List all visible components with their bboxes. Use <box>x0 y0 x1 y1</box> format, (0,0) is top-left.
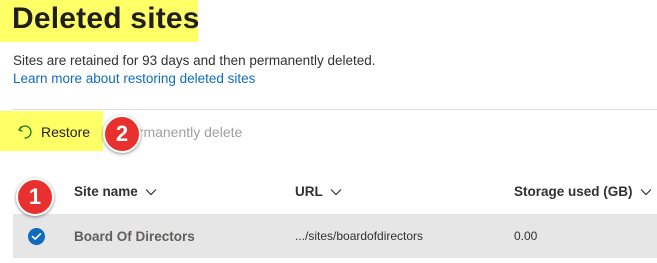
restore-label: Restore <box>41 124 91 140</box>
divider <box>13 109 657 110</box>
chevron-down-icon <box>330 188 342 196</box>
chevron-down-icon <box>145 188 157 196</box>
learn-more-link[interactable]: Learn more about restoring deleted sites <box>13 71 255 86</box>
step-badge-2: 2 <box>103 115 141 153</box>
url-cell: .../sites/boardofdirectors <box>295 229 424 243</box>
column-header-url[interactable]: URL <box>295 184 342 199</box>
column-header-storage[interactable]: Storage used (GB) <box>514 184 652 199</box>
page-description: Sites are retained for 93 days and then … <box>13 53 376 68</box>
page-title: Deleted sites <box>12 2 200 35</box>
column-header-label: URL <box>295 184 323 199</box>
step-badge-1: 1 <box>16 178 54 216</box>
column-header-site-name[interactable]: Site name <box>74 184 157 199</box>
site-name-cell[interactable]: Board Of Directors <box>74 229 195 244</box>
row-checkbox-checked-icon[interactable] <box>28 228 45 245</box>
restore-button[interactable]: Restore <box>16 121 90 143</box>
restore-icon <box>16 123 34 141</box>
permanently-delete-button[interactable]: ermanently delete <box>131 124 242 140</box>
column-header-label: Site name <box>74 184 138 199</box>
column-header-label: Storage used (GB) <box>514 184 633 199</box>
storage-cell: 0.00 <box>514 229 538 243</box>
chevron-down-icon <box>640 188 652 196</box>
